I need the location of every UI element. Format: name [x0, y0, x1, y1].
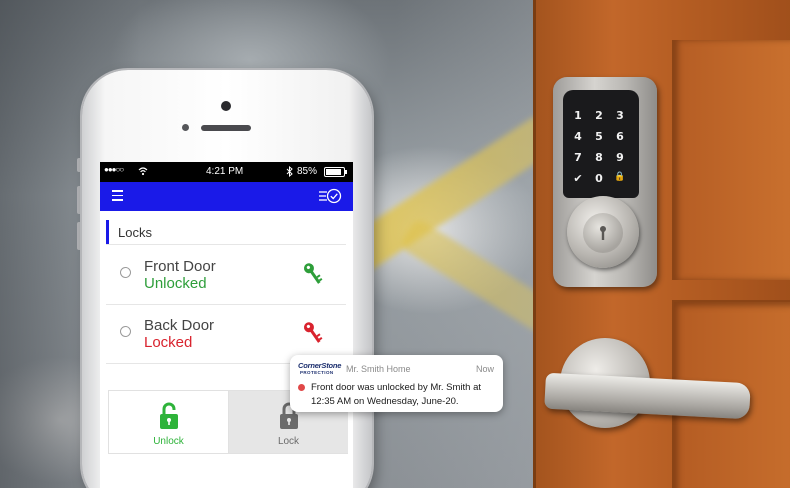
section-accent-bar — [106, 220, 109, 244]
keypad-key: 5 — [595, 130, 603, 143]
notification-time: Now — [475, 364, 494, 374]
battery-icon — [324, 167, 347, 177]
door-panel-upper — [672, 40, 790, 280]
keypad-lock-key: 🔒 — [614, 172, 626, 182]
lock-row-front-door[interactable]: Front Door Unlocked — [106, 246, 346, 305]
lock-name: Back Door — [144, 317, 215, 334]
lock-label: Lock — [277, 436, 300, 447]
hamburger-icon[interactable] — [112, 190, 123, 201]
keypad-key: 7 — [574, 151, 582, 164]
proximity-sensor — [182, 124, 189, 131]
keypad-check-key: ✔ — [573, 172, 583, 185]
keypad-key: 2 — [595, 109, 603, 122]
background-glass — [395, 0, 535, 488]
key-icon — [303, 263, 323, 284]
locks-section-header: Locks — [106, 220, 346, 245]
checklist-filter-icon[interactable] — [318, 188, 342, 204]
section-title: Locks — [118, 225, 152, 240]
unlock-label: Unlock — [153, 436, 184, 447]
cornerstone-logo: CornerStone PROTECTION — [298, 361, 342, 377]
earpiece-speaker — [201, 125, 251, 131]
notification-app-name: Mr. Smith Home — [346, 364, 411, 374]
battery-percent: 85% — [297, 166, 318, 177]
keypad-key: 9 — [616, 151, 624, 164]
keypad-key: 0 — [595, 172, 603, 185]
logo-sub-text: PROTECTION — [300, 370, 334, 375]
phone-screen: ●●●○○ 4:21 PM 85% Locks Front Door Unloc… — [100, 162, 353, 488]
scene: 1 2 3 4 5 6 7 8 9 ✔ 0 🔒 ●●●○○ 4:21 PM 85… — [0, 0, 790, 488]
status-time: 4:21 PM — [206, 166, 244, 177]
front-camera — [221, 101, 231, 111]
select-radio[interactable] — [120, 267, 131, 278]
alert-dot-icon — [298, 384, 305, 391]
keypad-key: 1 — [574, 109, 582, 122]
wifi-icon — [138, 167, 148, 176]
keyhole-icon — [600, 226, 606, 240]
bluetooth-icon — [286, 166, 293, 177]
key-icon — [303, 322, 323, 343]
keypad-key: 6 — [616, 130, 624, 143]
signal-indicator: ●●●○○ — [104, 165, 124, 174]
lock-name: Front Door — [144, 258, 216, 275]
lock-status: Unlocked — [144, 275, 207, 292]
keypad-key: 3 — [616, 109, 624, 122]
lock-status: Locked — [144, 334, 193, 351]
unlock-button[interactable]: Unlock — [109, 391, 228, 453]
app-bar — [100, 182, 353, 211]
logo-main-text: CornerStone — [298, 361, 342, 370]
keypad-key: 8 — [595, 151, 603, 164]
select-radio[interactable] — [120, 326, 131, 337]
status-bar: ●●●○○ 4:21 PM 85% — [100, 162, 353, 182]
unlocked-padlock-icon — [160, 402, 178, 429]
keypad-key: 4 — [574, 130, 582, 143]
push-notification[interactable]: CornerStone PROTECTION Mr. Smith Home No… — [290, 355, 503, 412]
smart-lock-keypad: 1 2 3 4 5 6 7 8 9 ✔ 0 🔒 — [563, 90, 639, 198]
notification-message: Front door was unlocked by Mr. Smith at … — [311, 382, 482, 407]
